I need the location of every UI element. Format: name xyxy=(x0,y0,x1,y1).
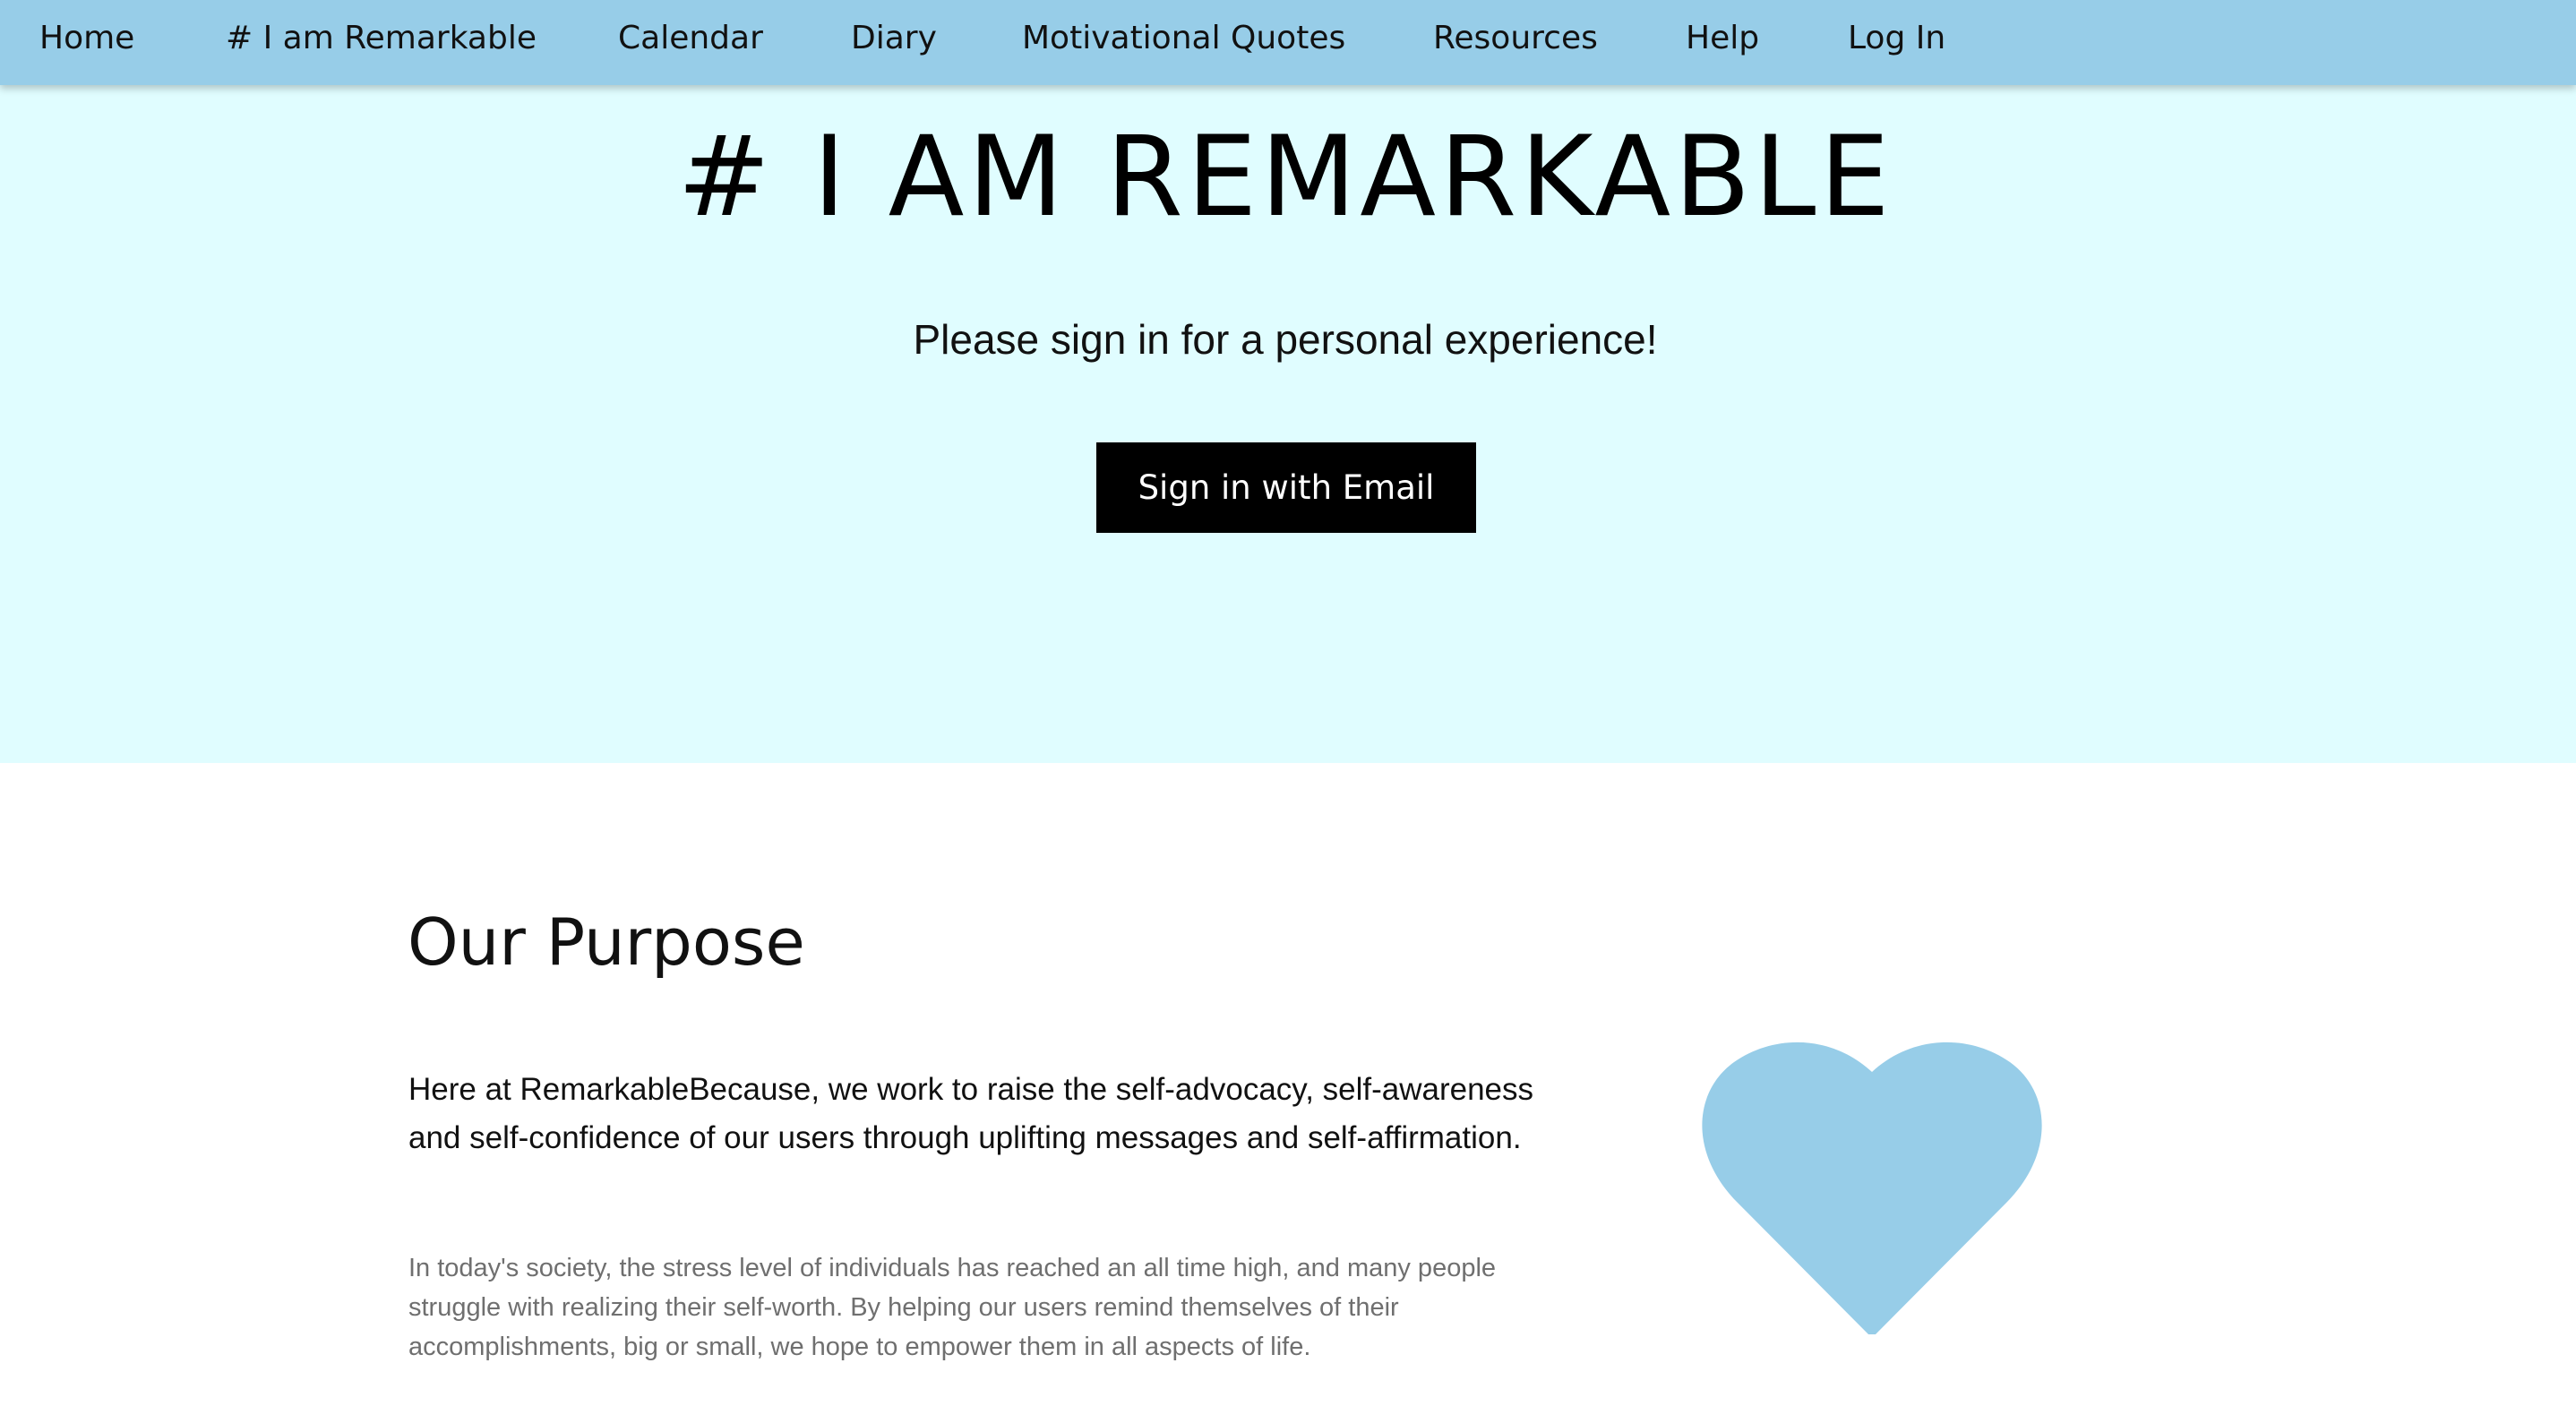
nav-item-help[interactable]: Help xyxy=(1686,0,1759,77)
nav-item-resources[interactable]: Resources xyxy=(1433,0,1598,77)
nav-item-log-in[interactable]: Log In xyxy=(1848,0,1945,77)
nav-item-motivational-quotes[interactable]: Motivational Quotes xyxy=(1022,0,1345,77)
nav-item-home[interactable]: Home xyxy=(39,0,134,77)
purpose-lead-text: Here at RemarkableBecause, we work to ra… xyxy=(408,1072,1534,1155)
top-navbar: Home # I am Remarkable Calendar Diary Mo… xyxy=(0,0,2576,85)
hero-section: # I AM REMARKABLE Please sign in for a p… xyxy=(0,0,2576,763)
sign-in-email-button[interactable]: Sign in with Email xyxy=(1096,442,1476,533)
nav-item-i-am-remarkable[interactable]: # I am Remarkable xyxy=(226,0,537,77)
nav-item-diary[interactable]: Diary xyxy=(851,0,937,77)
hero-subtitle: Please sign in for a personal experience… xyxy=(913,316,1658,363)
purpose-title: Our Purpose xyxy=(408,904,805,980)
hero-title: # I AM REMARKABLE xyxy=(677,113,1893,242)
nav-item-calendar[interactable]: Calendar xyxy=(618,0,763,77)
purpose-body-text: In today's society, the stress level of … xyxy=(408,1254,1497,1361)
heart-icon xyxy=(1702,1042,2042,1334)
